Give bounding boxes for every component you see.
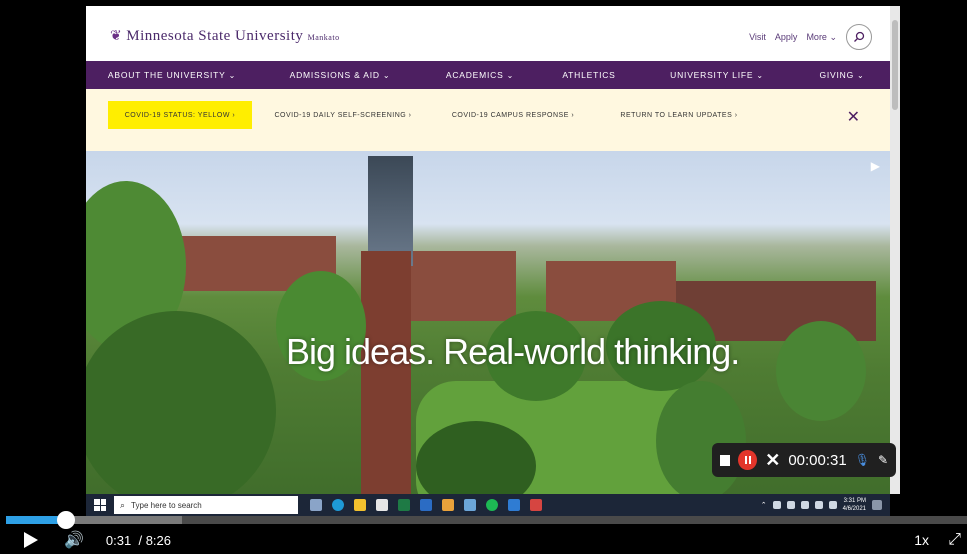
fullscreen-icon[interactable]: ⤢	[948, 531, 961, 549]
clock-time: 3:31 PM	[843, 498, 866, 504]
excel-icon[interactable]	[398, 499, 410, 511]
tree	[86, 311, 276, 511]
logo-mark-icon: ❦	[110, 29, 123, 44]
search-button[interactable]	[846, 24, 872, 50]
taskbar-apps	[310, 499, 542, 511]
campus-building	[406, 251, 516, 321]
page-scrollbar[interactable]	[890, 6, 900, 494]
nav-about[interactable]: ABOUT THE UNIVERSITY ⌄	[86, 61, 258, 89]
screen-recorder-widget: ✕ 00:00:31 🎙 ✎	[712, 443, 896, 477]
logo-subtext: Mankato	[307, 33, 340, 42]
taskbar-clock[interactable]: 3:31 PM 4/6/2021	[843, 497, 866, 513]
recording-timer: 00:00:31	[788, 451, 847, 469]
bell-tower	[361, 251, 411, 516]
volume-icon[interactable]: 🔊	[64, 530, 84, 550]
taskbar-search-input[interactable]: ⌕ Type here to search	[114, 496, 298, 514]
microphone-icon[interactable]: 🎙	[855, 453, 870, 467]
video-progress-bar[interactable]	[6, 511, 967, 529]
tree	[656, 381, 746, 501]
logo-text: Minnesota State University	[126, 28, 304, 44]
header-links: Visit Apply More ⌄	[749, 24, 872, 50]
nav-academics[interactable]: ACADEMICS ⌄	[422, 61, 538, 89]
chevron-up-icon[interactable]: ⌃	[761, 501, 767, 509]
nav-admissions[interactable]: ADMISSIONS & AID ⌄	[258, 61, 422, 89]
system-tray: ⌃ 3:31 PM 4/6/2021	[761, 494, 882, 516]
clock-date: 4/6/2021	[842, 506, 866, 512]
alert-covid-status[interactable]: COVID-19 STATUS: YELLOW ›	[108, 101, 252, 129]
chrome-icon[interactable]	[442, 499, 454, 511]
tree	[776, 321, 866, 421]
nav-athletics[interactable]: ATHLETICS	[538, 61, 640, 89]
taskbar-search-placeholder: Type here to search	[131, 500, 202, 510]
volume-icon[interactable]	[828, 501, 837, 509]
playback-rate-button[interactable]: 1x	[914, 532, 929, 548]
pause-button[interactable]	[738, 450, 758, 470]
task-view-icon[interactable]	[310, 499, 322, 511]
university-logo[interactable]: ❦ Minnesota State University Mankato	[110, 28, 340, 45]
app-icon[interactable]	[464, 499, 476, 511]
tray-icon[interactable]	[786, 501, 795, 509]
spotify-icon[interactable]	[486, 499, 498, 511]
chevron-down-icon: ⌄	[756, 70, 764, 80]
nav-giving[interactable]: GIVING ⌄	[794, 61, 890, 89]
file-explorer-icon[interactable]	[354, 499, 366, 511]
search-icon: ⌕	[120, 499, 126, 510]
windows-start-icon[interactable]	[94, 499, 106, 511]
hero-headline: Big ideas. Real-world thinking.	[286, 331, 740, 372]
main-nav: ABOUT THE UNIVERSITY ⌄ ADMISSIONS & AID ⌄ …	[86, 61, 890, 89]
tray-icon[interactable]	[772, 501, 781, 509]
battery-icon[interactable]	[800, 501, 809, 509]
apply-link[interactable]: Apply	[775, 32, 798, 42]
nav-university-life[interactable]: UNIVERSITY LIFE ⌄	[640, 61, 794, 89]
play-icon[interactable]	[24, 532, 38, 548]
chevron-down-icon: ⌄	[382, 70, 391, 80]
scrollbar-thumb[interactable]	[892, 20, 898, 110]
chevron-down-icon: ⌄	[857, 70, 865, 80]
play-icon[interactable]: ▶	[871, 159, 880, 173]
edge-icon[interactable]	[332, 499, 344, 511]
close-icon[interactable]: ✕	[847, 107, 860, 127]
store-icon[interactable]	[376, 499, 388, 511]
windows-taskbar: ⌕ Type here to search ⌃ 3:31 PM 4/6/2021	[86, 494, 890, 516]
recorded-screen: ❦ Minnesota State University Mankato Visi…	[86, 6, 890, 516]
alert-self-screening[interactable]: COVID-19 DAILY SELF-SCREENING ›	[264, 101, 422, 129]
video-player: ❦ Minnesota State University Mankato Visi…	[0, 0, 967, 554]
covid-alert-bar: COVID-19 STATUS: YELLOW › COVID-19 DAILY…	[86, 89, 890, 151]
glass-tower	[368, 156, 413, 266]
stop-icon[interactable]	[720, 454, 731, 466]
duration: / 8:26	[138, 532, 171, 548]
app-icon[interactable]	[508, 499, 520, 511]
wifi-icon[interactable]	[814, 501, 823, 509]
chevron-down-icon: ⌄	[228, 70, 237, 80]
notification-icon[interactable]	[872, 500, 882, 510]
chevron-down-icon: ⌄	[506, 70, 515, 80]
pen-icon[interactable]: ✎	[878, 453, 888, 467]
chevron-down-icon: ⌄	[826, 31, 837, 42]
search-icon	[854, 31, 865, 42]
visit-link[interactable]: Visit	[749, 32, 766, 42]
close-icon[interactable]: ✕	[765, 450, 780, 471]
more-link[interactable]: More ⌄	[806, 32, 837, 43]
player-controls: 🔊 0:31 / 8:26 1x ⤢	[0, 526, 967, 554]
time-display: 0:31 / 8:26	[106, 533, 171, 548]
recorder-app-icon[interactable]	[530, 499, 542, 511]
alert-return-to-learn[interactable]: RETURN TO LEARN UPDATES ›	[604, 101, 754, 129]
site-header: ❦ Minnesota State University Mankato Visi…	[86, 6, 890, 61]
outlook-icon[interactable]	[420, 499, 432, 511]
current-time: 0:31	[105, 532, 132, 548]
alert-campus-response[interactable]: COVID-19 CAMPUS RESPONSE ›	[438, 101, 588, 129]
